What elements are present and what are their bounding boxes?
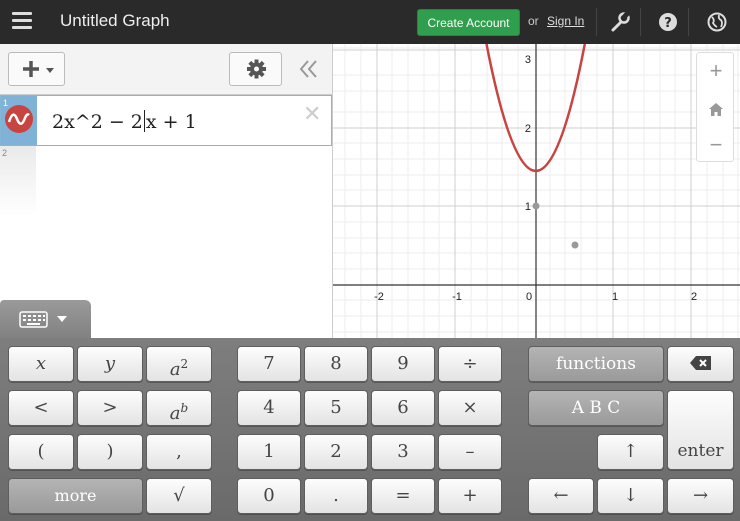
key-arrow-left[interactable]: ← bbox=[528, 478, 594, 514]
hamburger-menu-icon[interactable] bbox=[12, 12, 32, 30]
key-label: a bbox=[169, 359, 181, 380]
zoom-out-button[interactable]: − bbox=[697, 127, 735, 163]
key-label: b bbox=[180, 401, 189, 415]
key-2[interactable]: 2 bbox=[304, 434, 368, 470]
key-greater-than[interactable]: > bbox=[77, 390, 143, 426]
expression-gutter: 1 bbox=[1, 96, 37, 145]
formula-text: 2x^2 − 2 bbox=[52, 111, 143, 133]
or-label: or bbox=[528, 14, 539, 28]
wrench-icon[interactable] bbox=[609, 11, 631, 33]
header-divider bbox=[640, 8, 641, 36]
expression-row[interactable]: 2 bbox=[0, 146, 332, 216]
key-4[interactable]: 4 bbox=[237, 390, 301, 426]
expression-gutter: 2 bbox=[0, 146, 36, 216]
expression-input[interactable]: 2x^2 − 2x + 1 bbox=[52, 110, 197, 133]
delete-expression-button[interactable]: ✕ bbox=[303, 101, 321, 127]
double-chevron-left-icon[interactable] bbox=[294, 56, 324, 82]
x-tick-label: 1 bbox=[612, 291, 618, 303]
key-plus[interactable]: + bbox=[438, 478, 502, 514]
help-icon[interactable]: ? bbox=[657, 11, 679, 33]
key-right-paren[interactable]: ) bbox=[77, 434, 143, 470]
key-label: a bbox=[169, 403, 181, 424]
graph-title[interactable]: Untitled Graph bbox=[60, 11, 170, 31]
key-1[interactable]: 1 bbox=[237, 434, 301, 470]
add-expression-button[interactable] bbox=[8, 52, 65, 86]
graph-settings-button[interactable] bbox=[229, 52, 282, 86]
math-keypad: x y a2 < > ab ( ) , more √ 7 8 9 ÷ 4 5 6… bbox=[0, 338, 740, 521]
vertex-point[interactable] bbox=[571, 241, 579, 249]
key-minus[interactable]: – bbox=[438, 434, 502, 470]
curve-color-icon[interactable] bbox=[5, 105, 33, 133]
key-abc[interactable]: A B C bbox=[528, 390, 664, 426]
formula-text: x + 1 bbox=[145, 111, 197, 133]
key-multiply[interactable]: × bbox=[438, 390, 502, 426]
gear-icon bbox=[247, 59, 266, 79]
key-functions[interactable]: functions bbox=[528, 346, 664, 382]
expression-index: 2 bbox=[2, 148, 8, 158]
header-divider bbox=[688, 8, 689, 36]
axes bbox=[333, 44, 740, 338]
zoom-controls: + − bbox=[696, 52, 734, 162]
x-tick-label: 2 bbox=[691, 291, 697, 303]
y-tick-label: 2 bbox=[525, 123, 531, 135]
plus-icon bbox=[23, 61, 54, 77]
key-7[interactable]: 7 bbox=[237, 346, 301, 382]
key-sqrt[interactable]: √ bbox=[146, 478, 212, 514]
y-intercept-point[interactable] bbox=[532, 202, 540, 210]
keypad-toggle-tab[interactable] bbox=[0, 300, 91, 340]
header-divider bbox=[596, 8, 597, 36]
y-tick-label: 3 bbox=[525, 54, 531, 66]
key-arrow-up[interactable]: ↑ bbox=[597, 434, 664, 470]
key-equals[interactable]: = bbox=[371, 478, 435, 514]
graph-svg: -2 -1 0 1 2 1 2 3 bbox=[333, 44, 740, 338]
x-tick-label: -1 bbox=[452, 291, 462, 303]
key-label: 2 bbox=[180, 357, 189, 371]
key-a-power-b[interactable]: ab bbox=[146, 390, 212, 426]
expression-toolbar bbox=[0, 44, 332, 95]
key-3[interactable]: 3 bbox=[371, 434, 435, 470]
backspace-icon bbox=[689, 356, 711, 370]
key-decimal[interactable]: . bbox=[304, 478, 368, 514]
key-more[interactable]: more bbox=[8, 478, 143, 514]
key-less-than[interactable]: < bbox=[8, 390, 74, 426]
home-icon[interactable] bbox=[697, 90, 735, 126]
expression-row[interactable]: 1 2x^2 − 2x + 1 ✕ bbox=[0, 95, 332, 146]
key-x[interactable]: x bbox=[8, 346, 74, 382]
y-tick-label: 1 bbox=[525, 201, 531, 213]
keyboard-icon bbox=[19, 311, 67, 328]
key-backspace[interactable] bbox=[667, 346, 734, 382]
svg-text:?: ? bbox=[664, 16, 672, 31]
key-a-squared[interactable]: a2 bbox=[146, 346, 212, 382]
key-y[interactable]: y bbox=[77, 346, 143, 382]
sign-in-link[interactable]: Sign In bbox=[547, 14, 584, 28]
zoom-in-button[interactable]: + bbox=[697, 53, 735, 89]
graph-canvas[interactable]: -2 -1 0 1 2 1 2 3 bbox=[333, 44, 740, 338]
text-cursor bbox=[143, 110, 145, 132]
key-left-paren[interactable]: ( bbox=[8, 434, 74, 470]
header-bar: Untitled Graph Create Account or Sign In… bbox=[0, 0, 740, 44]
key-comma[interactable]: , bbox=[146, 434, 212, 470]
key-arrow-right[interactable]: → bbox=[667, 478, 734, 514]
key-5[interactable]: 5 bbox=[304, 390, 368, 426]
key-9[interactable]: 9 bbox=[371, 346, 435, 382]
x-tick-label: 0 bbox=[526, 291, 532, 303]
create-account-button[interactable]: Create Account bbox=[417, 9, 520, 36]
key-divide[interactable]: ÷ bbox=[438, 346, 502, 382]
key-0[interactable]: 0 bbox=[237, 478, 301, 514]
key-8[interactable]: 8 bbox=[304, 346, 368, 382]
key-arrow-down[interactable]: ↓ bbox=[597, 478, 664, 514]
key-6[interactable]: 6 bbox=[371, 390, 435, 426]
globe-icon[interactable] bbox=[706, 11, 728, 33]
x-tick-label: -2 bbox=[374, 291, 384, 303]
expression-panel: 1 2x^2 − 2x + 1 ✕ 2 bbox=[0, 44, 333, 338]
key-enter[interactable]: enter bbox=[667, 390, 734, 470]
